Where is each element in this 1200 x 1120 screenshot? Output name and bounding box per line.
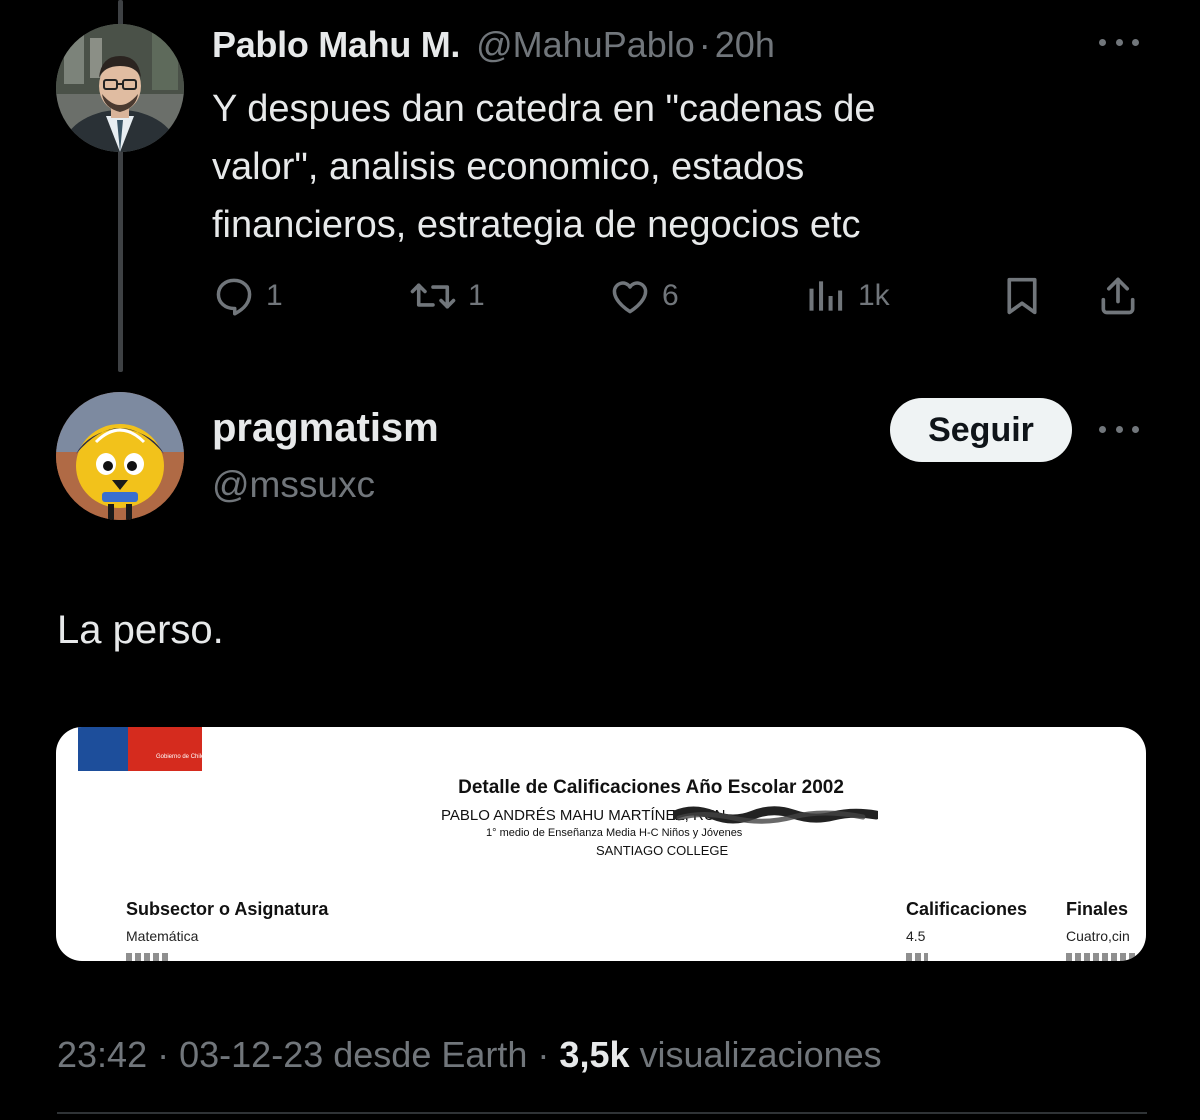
share-button[interactable] bbox=[1096, 270, 1140, 322]
parent-tweet-actions: 1 1 6 1k bbox=[212, 270, 1142, 322]
views-count: 1k bbox=[858, 279, 890, 312]
avatar-pragmatism-image bbox=[56, 392, 184, 520]
meta-separator: · bbox=[157, 1034, 170, 1075]
reply-button[interactable]: 1 bbox=[212, 270, 283, 322]
parent-tweet-line: financieros, estrategia de negocios etc bbox=[212, 204, 861, 246]
column-header-grades: Calificaciones bbox=[906, 899, 1028, 919]
quote-author-handle[interactable]: @mssuxc bbox=[212, 464, 375, 506]
avatar-pragmatism[interactable] bbox=[56, 392, 184, 520]
cropped-row-text bbox=[126, 953, 170, 961]
meta-separator: · bbox=[537, 1034, 550, 1075]
retweet-count: 1 bbox=[468, 279, 485, 312]
parent-tweet-line: Y despues dan catedra en "cadenas de bbox=[212, 88, 876, 130]
gov-logo-underline bbox=[78, 767, 202, 771]
gobierno-de-chile-logo: Gobierno de Chile bbox=[78, 727, 205, 767]
column-header-subject: Subsector o Asignatura bbox=[126, 899, 329, 919]
document-title: Detalle de Calificaciones Año Escolar 20… bbox=[458, 777, 844, 798]
quote-author-name[interactable]: pragmatism bbox=[212, 406, 439, 451]
parent-more-icon[interactable] bbox=[1097, 30, 1141, 54]
tweet-meta: 23:42 · 03-12-23 desde Earth · 3,5k visu… bbox=[57, 1034, 882, 1076]
tweet-detail-page: Pablo Mahu M. @MahuPablo · 20h Y despues… bbox=[0, 0, 1200, 1120]
cropped-row-text bbox=[1066, 953, 1136, 961]
document-school: SANTIAGO COLLEGE bbox=[596, 843, 729, 858]
table-row-final: Cuatro,cin bbox=[1066, 928, 1130, 944]
table-row-grade: 4.5 bbox=[906, 928, 926, 944]
retweet-button[interactable]: 1 bbox=[408, 270, 485, 322]
parent-tweet-time[interactable]: 20h bbox=[715, 24, 775, 66]
like-count: 6 bbox=[662, 279, 679, 312]
cropped-row-text bbox=[906, 953, 928, 961]
table-row-subject: Matemática bbox=[126, 928, 199, 944]
parent-tweet-line: valor", analisis economico, estados bbox=[212, 146, 805, 188]
share-icon bbox=[1101, 277, 1135, 315]
tweet-time[interactable]: 23:42 bbox=[57, 1034, 147, 1075]
redaction-scribble bbox=[673, 806, 878, 824]
reply-icon bbox=[216, 278, 252, 316]
views-total[interactable]: 3,5k bbox=[559, 1034, 629, 1075]
avatar-pablo[interactable] bbox=[56, 24, 184, 152]
parent-tweet-text: Y despues dan catedra en "cadenas de val… bbox=[212, 80, 1112, 254]
views-button[interactable]: 1k bbox=[804, 270, 890, 322]
retweet-icon bbox=[410, 283, 456, 309]
divider bbox=[57, 1112, 1147, 1114]
quote-tweet-text: La perso. bbox=[57, 608, 224, 652]
tweet-media-image[interactable]: Gobierno de Chile Detalle de Calificacio… bbox=[56, 727, 1146, 961]
column-header-finals: Finales bbox=[1066, 899, 1129, 919]
gov-logo-text: Gobierno de Chile bbox=[156, 754, 205, 760]
parent-tweet-header: Pablo Mahu M. @MahuPablo · 20h bbox=[212, 24, 775, 68]
views-icon bbox=[809, 281, 843, 311]
tweet-source: desde Earth bbox=[333, 1034, 528, 1075]
header-separator: · bbox=[698, 24, 711, 65]
quote-more-icon[interactable] bbox=[1097, 417, 1141, 441]
parent-author-handle[interactable]: @MahuPablo bbox=[476, 24, 695, 66]
follow-button[interactable]: Seguir bbox=[890, 398, 1072, 462]
bookmark-icon bbox=[1007, 277, 1037, 315]
document-course-line: 1° medio de Enseñanza Media H-C Niños y … bbox=[486, 827, 743, 839]
like-icon bbox=[612, 281, 648, 314]
tweet-date[interactable]: 03-12-23 bbox=[179, 1034, 323, 1075]
reply-count: 1 bbox=[266, 279, 283, 312]
views-label[interactable]: visualizaciones bbox=[640, 1034, 882, 1075]
bookmark-button[interactable] bbox=[1002, 270, 1042, 322]
avatar-pablo-image bbox=[56, 24, 184, 152]
parent-author-name[interactable]: Pablo Mahu M. bbox=[212, 24, 460, 66]
like-button[interactable]: 6 bbox=[608, 270, 679, 322]
